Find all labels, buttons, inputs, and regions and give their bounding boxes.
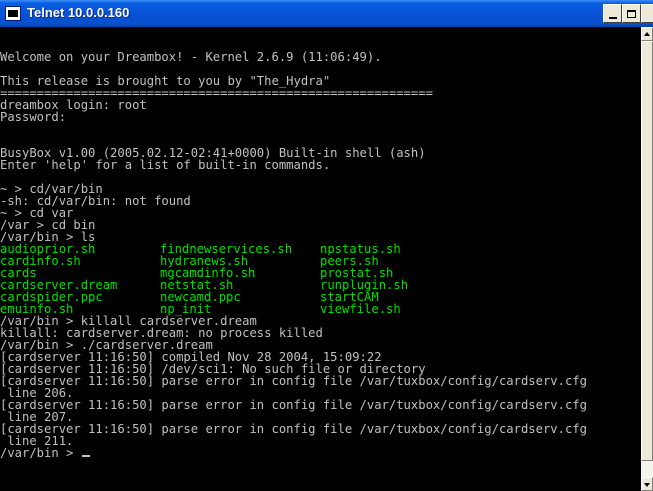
maximize-icon (627, 9, 636, 18)
terminal-line: Password: (0, 110, 67, 124)
terminal-line: -sh: cd/var/bin: not found (0, 194, 191, 208)
minimize-button[interactable] (603, 4, 622, 23)
terminal-footer-lines: /var/bin > killall cardserver.dream killa… (0, 315, 641, 447)
terminal-line: line 211. (0, 434, 74, 448)
window-title: Telnet 10.0.0.160 (27, 5, 130, 20)
terminal-line: [cardserver 11:16:50] parse error in con… (0, 374, 587, 388)
terminal-line: [cardserver 11:16:50] parse error in con… (0, 398, 587, 412)
minimize-icon (608, 16, 617, 19)
prompt-line: /var/bin > (0, 447, 641, 459)
maximize-button[interactable] (622, 4, 641, 23)
scroll-down-arrow-icon[interactable] (641, 477, 653, 491)
scroll-up-arrow-icon[interactable] (641, 27, 653, 41)
shell-prompt: /var/bin > (0, 446, 81, 460)
close-button[interactable] (641, 4, 653, 23)
vertical-scrollbar[interactable] (641, 27, 653, 491)
scroll-thumb[interactable] (641, 41, 653, 461)
terminal-header-lines: Welcome on your Dreambox! - Kernel 2.6.9… (0, 51, 641, 243)
terminal-line: dreambox login: root (0, 98, 147, 112)
telnet-window: Telnet 10.0.0.160 Welcome on your Dreamb… (0, 0, 653, 491)
directory-listing: audioprior.sh findnewservices.sh npstatus.… (0, 243, 641, 315)
terminal-line: /var > cd bin (0, 218, 96, 232)
terminal-line: [cardserver 11:16:50] parse error in con… (0, 422, 587, 436)
terminal-line: Enter 'help' for a list of built-in comm… (0, 158, 331, 172)
listing-file: viewfile.sh (320, 302, 401, 316)
terminal-output[interactable]: Welcome on your Dreambox! - Kernel 2.6.9… (0, 27, 641, 491)
terminal-line: Welcome on your Dreambox! - Kernel 2.6.9… (0, 50, 382, 64)
terminal-line: ~ > cd var (0, 206, 74, 220)
title-bar[interactable]: Telnet 10.0.0.160 (0, 0, 653, 27)
telnet-app-icon[interactable] (5, 6, 21, 21)
text-cursor (81, 455, 90, 457)
